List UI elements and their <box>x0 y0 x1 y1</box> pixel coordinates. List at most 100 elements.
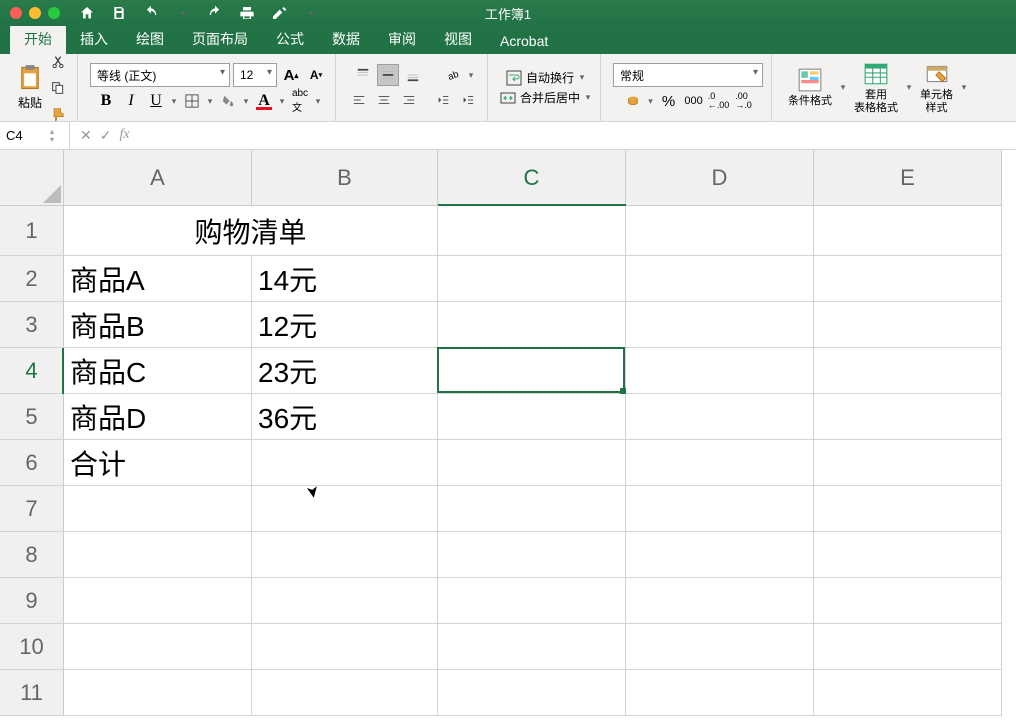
cell-E11[interactable] <box>814 670 1002 716</box>
cell-A4[interactable]: 商品C <box>64 348 252 394</box>
phonetic-button[interactable]: abc文 <box>289 90 311 112</box>
save-icon[interactable] <box>110 4 128 22</box>
cell-B7[interactable] <box>252 486 438 532</box>
cut-button[interactable] <box>47 51 69 73</box>
cell-D3[interactable] <box>626 302 814 348</box>
underline-button[interactable]: U <box>145 90 167 112</box>
cell-C2[interactable] <box>438 256 626 302</box>
edit-icon[interactable] <box>270 4 288 22</box>
row-header-11[interactable]: 11 <box>0 670 64 716</box>
cancel-formula-icon[interactable]: ✕ <box>80 127 92 144</box>
paste-button[interactable]: 粘贴 <box>16 64 44 111</box>
cell-D5[interactable] <box>626 394 814 440</box>
column-header-B[interactable]: B <box>252 150 438 206</box>
cell-A1[interactable]: 购物清单 <box>64 206 438 256</box>
borders-button[interactable] <box>181 90 203 112</box>
increase-indent-button[interactable] <box>457 89 479 111</box>
cell-E1[interactable] <box>814 206 1002 256</box>
tab-data[interactable]: 数据 <box>318 24 374 54</box>
cell-C6[interactable] <box>438 440 626 486</box>
row-header-4[interactable]: 4 <box>0 348 64 394</box>
close-window-button[interactable] <box>10 7 22 19</box>
row-header-6[interactable]: 6 <box>0 440 64 486</box>
row-header-2[interactable]: 2 <box>0 256 64 302</box>
cell-B10[interactable] <box>252 624 438 670</box>
minimize-window-button[interactable] <box>29 7 41 19</box>
decrease-font-button[interactable]: A▾ <box>305 64 327 86</box>
column-header-A[interactable]: A <box>64 150 252 206</box>
home-icon[interactable] <box>78 4 96 22</box>
name-box-stepper[interactable]: ▴▾ <box>50 128 54 144</box>
orientation-button[interactable]: ab <box>442 64 464 86</box>
row-header-3[interactable]: 3 <box>0 302 64 348</box>
cell-A6[interactable]: 合计 <box>64 440 252 486</box>
decrease-indent-button[interactable] <box>432 89 454 111</box>
row-header-10[interactable]: 10 <box>0 624 64 670</box>
maximize-window-button[interactable] <box>48 7 60 19</box>
undo-icon[interactable] <box>142 4 160 22</box>
align-bottom-button[interactable] <box>402 64 424 86</box>
row-header-9[interactable]: 9 <box>0 578 64 624</box>
accept-formula-icon[interactable]: ✓ <box>100 127 112 144</box>
phonetic-dropdown-icon[interactable]: ▾ <box>314 96 322 107</box>
cell-B2[interactable]: 14元 <box>252 256 438 302</box>
wrap-text-button[interactable]: 自动换行 ▾ <box>506 69 586 86</box>
cell-A9[interactable] <box>64 578 252 624</box>
cell-A3[interactable]: 商品B <box>64 302 252 348</box>
comma-button[interactable]: 000 <box>683 90 705 112</box>
align-left-button[interactable] <box>348 89 370 111</box>
cell-D8[interactable] <box>626 532 814 578</box>
tab-review[interactable]: 审阅 <box>374 24 430 54</box>
cell-D4[interactable] <box>626 348 814 394</box>
cell-D2[interactable] <box>626 256 814 302</box>
cell-D1[interactable] <box>626 206 814 256</box>
orientation-dropdown-icon[interactable]: ▾ <box>467 70 475 81</box>
tab-draw[interactable]: 绘图 <box>122 24 178 54</box>
currency-button[interactable] <box>622 90 644 112</box>
cell-A11[interactable] <box>64 670 252 716</box>
number-format-select[interactable] <box>613 63 763 87</box>
conditional-format-button[interactable]: 条件格式 <box>784 65 836 109</box>
fx-icon[interactable]: fx <box>119 127 129 144</box>
cell-E10[interactable] <box>814 624 1002 670</box>
underline-dropdown-icon[interactable]: ▾ <box>170 96 178 107</box>
align-top-button[interactable] <box>352 64 374 86</box>
cell-B6[interactable] <box>252 440 438 486</box>
cell-C1[interactable] <box>438 206 626 256</box>
cell-B9[interactable] <box>252 578 438 624</box>
cell-A10[interactable] <box>64 624 252 670</box>
name-box[interactable]: ▴▾ <box>0 122 70 149</box>
font-name-select[interactable] <box>90 63 230 87</box>
cell-E5[interactable] <box>814 394 1002 440</box>
row-header-8[interactable]: 8 <box>0 532 64 578</box>
wrap-dropdown-icon[interactable]: ▾ <box>578 72 586 83</box>
cell-C9[interactable] <box>438 578 626 624</box>
increase-font-button[interactable]: A▴ <box>280 64 302 86</box>
cell-E8[interactable] <box>814 532 1002 578</box>
cell-styles-button[interactable]: 单元格 样式 <box>916 59 957 115</box>
bold-button[interactable]: B <box>95 90 117 112</box>
cond-format-dropdown-icon[interactable]: ▾ <box>839 82 847 93</box>
cell-B3[interactable]: 12元 <box>252 302 438 348</box>
cell-A8[interactable] <box>64 532 252 578</box>
row-header-5[interactable]: 5 <box>0 394 64 440</box>
cell-A5[interactable]: 商品D <box>64 394 252 440</box>
redo-icon[interactable] <box>206 4 224 22</box>
name-box-input[interactable] <box>0 128 50 143</box>
column-header-C[interactable]: C <box>438 150 626 206</box>
align-right-button[interactable] <box>398 89 420 111</box>
fill-color-button[interactable] <box>217 90 239 112</box>
row-header-1[interactable]: 1 <box>0 206 64 256</box>
borders-dropdown-icon[interactable]: ▾ <box>206 96 214 107</box>
tab-layout[interactable]: 页面布局 <box>178 24 262 54</box>
cell-D7[interactable] <box>626 486 814 532</box>
tab-acrobat[interactable]: Acrobat <box>486 28 562 54</box>
cell-B8[interactable] <box>252 532 438 578</box>
fill-color-dropdown-icon[interactable]: ▾ <box>242 96 250 107</box>
qat-customize-icon[interactable]: ▾ <box>302 4 320 22</box>
tab-home[interactable]: 开始 <box>10 24 66 54</box>
cell-E9[interactable] <box>814 578 1002 624</box>
table-dropdown-icon[interactable]: ▾ <box>905 82 913 93</box>
undo-dropdown-icon[interactable]: ▾ <box>174 4 192 22</box>
copy-button[interactable] <box>47 77 69 99</box>
